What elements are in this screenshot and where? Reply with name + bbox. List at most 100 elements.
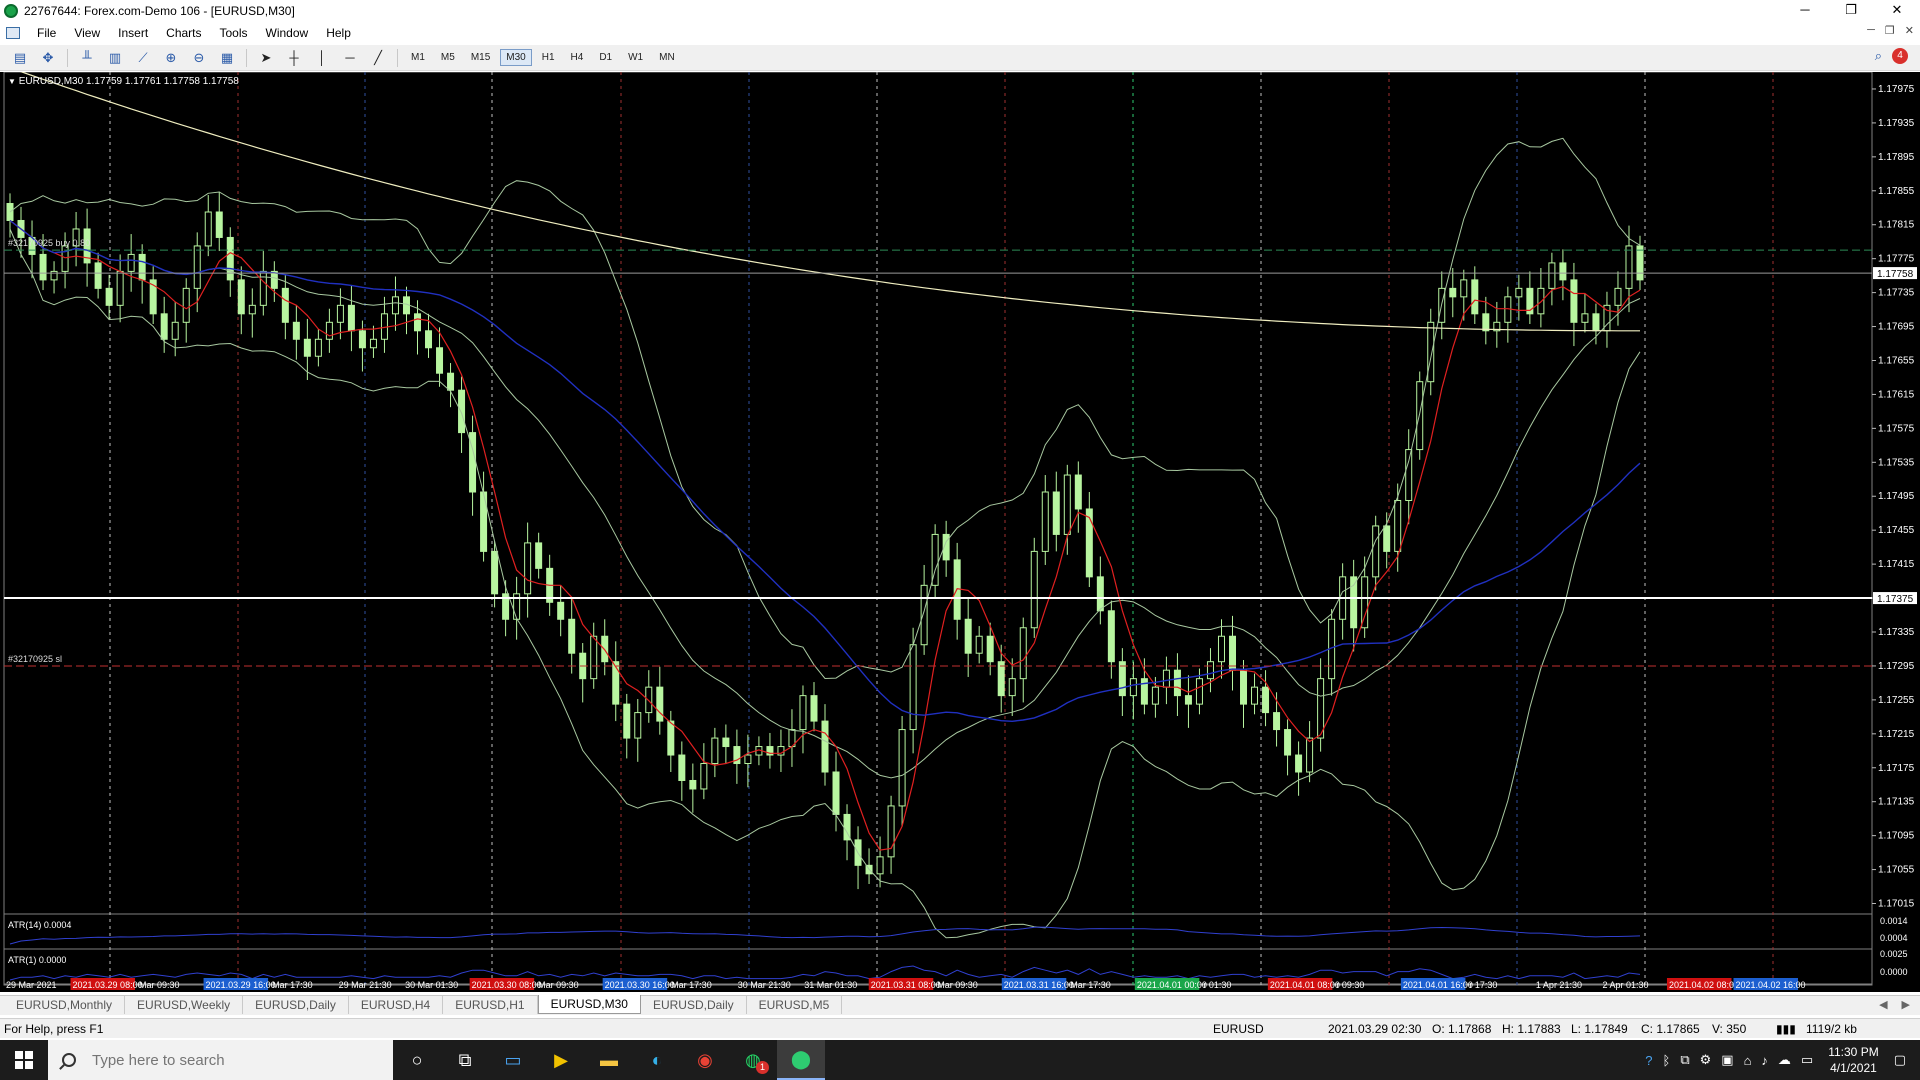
chart-window-icon[interactable] [6, 27, 20, 39]
tab-eurusd-m30[interactable]: EURUSD,M30 [537, 995, 641, 1014]
tab-scroll-right-icon[interactable]: ▶ [1902, 998, 1910, 1011]
tab-eurusd-h1[interactable]: EURUSD,H1 [443, 996, 538, 1014]
timeframe-m5[interactable]: M5 [435, 49, 461, 66]
crosshair-icon[interactable]: ┼ [284, 48, 304, 68]
network-icon[interactable]: ⌂ [1744, 1053, 1752, 1068]
tab-eurusd-h4[interactable]: EURUSD,H4 [349, 996, 444, 1014]
whatsapp-icon[interactable]: ◍ 1 [729, 1040, 777, 1080]
candle-body [744, 754, 752, 765]
candle-body [1107, 610, 1115, 663]
clock[interactable]: 11:30 PM 4/1/2021 [1828, 1044, 1878, 1076]
zoom-out-icon[interactable]: ⊖ [189, 48, 209, 68]
price-axis-label: 1.17535 [1878, 457, 1915, 468]
tab-eurusd-m5[interactable]: EURUSD,M5 [747, 996, 843, 1014]
timeframe-m15[interactable]: M15 [465, 49, 496, 66]
candle-body [391, 296, 399, 315]
chart-symbol-ohlc: EURUSD,M30 1.17759 1.17761 1.17758 1.177… [18, 76, 239, 87]
plex-app-icon[interactable]: ▶ [537, 1040, 585, 1080]
chart-header-arrow-icon: ▼ [8, 77, 16, 86]
price-axis-label: 1.17655 [1878, 355, 1915, 366]
tab-eurusd-monthly[interactable]: EURUSD,Monthly [4, 996, 126, 1014]
notifications-icon[interactable]: ▢ [1894, 1052, 1906, 1068]
candle-body [1251, 686, 1259, 705]
mdi-restore-button[interactable]: ❐ [1885, 24, 1895, 37]
bluetooth-icon[interactable]: ᛒ [1663, 1053, 1671, 1068]
zoom-in-icon[interactable]: ⊕ [161, 48, 181, 68]
timeframe-d1[interactable]: D1 [593, 49, 618, 66]
candlestick-icon[interactable]: ▥ [105, 48, 125, 68]
cortana-icon[interactable]: ○ [393, 1040, 441, 1080]
minimize-button[interactable]: ─ [1782, 0, 1828, 22]
candle-body [590, 635, 598, 680]
menu-help[interactable]: Help [317, 26, 360, 40]
candle-body [1118, 661, 1126, 697]
candle-body [281, 287, 289, 323]
start-button[interactable] [0, 1040, 48, 1080]
tab-eurusd-daily[interactable]: EURUSD,Daily [243, 996, 349, 1014]
time-axis-label: 2021.03.31 08:00 [871, 980, 941, 990]
tab-eurusd-daily-2[interactable]: EURUSD,Daily [641, 996, 747, 1014]
atr1-label: ATR(1) 0.0000 [8, 955, 66, 965]
cursor-icon[interactable]: ➤ [256, 48, 276, 68]
taskbar-search-input[interactable] [92, 1051, 372, 1069]
candle-body [832, 771, 840, 815]
candle-body [1273, 712, 1281, 731]
keyboard-icon[interactable]: ▭ [1801, 1052, 1813, 1068]
edge-browser-icon[interactable]: ◐ [633, 1040, 681, 1080]
status-high: H: 1.17883 [1502, 1022, 1561, 1036]
menu-file[interactable]: File [28, 26, 65, 40]
computer-app-icon[interactable]: ▭ [489, 1040, 537, 1080]
crosshair-move-icon[interactable]: ✥ [38, 48, 58, 68]
search-icon[interactable]: ⌕ [1875, 48, 1882, 64]
horizontal-line-icon[interactable]: ─ [340, 48, 360, 68]
menu-window[interactable]: Window [257, 26, 318, 40]
candle-body [700, 763, 708, 790]
task-view-icon[interactable]: ⧉ [441, 1040, 489, 1080]
tile-windows-icon[interactable]: ▦ [217, 48, 237, 68]
timeframe-h1[interactable]: H1 [536, 49, 561, 66]
candle-body [436, 347, 444, 374]
volume-icon[interactable]: ♪ [1761, 1053, 1768, 1068]
candle-body [689, 779, 697, 790]
menu-insert[interactable]: Insert [109, 26, 157, 40]
candle-body [491, 550, 499, 595]
close-button[interactable]: ✕ [1874, 0, 1920, 22]
tab-scroll-left-icon[interactable]: ◀ [1879, 998, 1887, 1011]
tab-eurusd-weekly[interactable]: EURUSD,Weekly [125, 996, 244, 1014]
trendline-icon[interactable]: ╱ [368, 48, 388, 68]
help-icon[interactable]: ? [1645, 1053, 1652, 1068]
timeframe-w1[interactable]: W1 [622, 49, 649, 66]
menu-charts[interactable]: Charts [157, 26, 210, 40]
timeframe-mn[interactable]: MN [653, 49, 681, 66]
menu-view[interactable]: View [65, 26, 109, 40]
timeframe-m1[interactable]: M1 [405, 49, 431, 66]
onedrive-cloud-icon[interactable]: ☁ [1778, 1052, 1791, 1068]
candle-body [920, 584, 928, 646]
price-axis-label: 1.17735 [1878, 288, 1915, 299]
metatrader-taskbar-icon[interactable]: ⬤ [777, 1040, 825, 1080]
candle-body [557, 601, 565, 620]
file-explorer-icon[interactable]: ▬ [585, 1040, 633, 1080]
mdi-minimize-button[interactable]: ─ [1867, 24, 1875, 37]
restore-button[interactable]: ❐ [1828, 0, 1874, 22]
timeframe-m30[interactable]: M30 [500, 49, 532, 66]
vertical-line-icon[interactable]: │ [312, 48, 332, 68]
candle-body [623, 703, 631, 739]
mdi-close-button[interactable]: ✕ [1905, 24, 1914, 37]
bar-chart-icon[interactable]: ╨ [77, 48, 97, 68]
chart-window[interactable]: 1.17975 1.17935 1.17895 1.17855 1.17815 1.177… [0, 72, 1920, 992]
display-icon[interactable]: ▣ [1721, 1052, 1733, 1068]
taskbar-search[interactable] [48, 1040, 393, 1080]
menu-tools[interactable]: Tools [211, 26, 257, 40]
price-chart[interactable]: 1.17975 1.17935 1.17895 1.17855 1.17815 1.177… [0, 72, 1920, 992]
candle-body [1217, 635, 1225, 663]
timeframe-h4[interactable]: H4 [565, 49, 590, 66]
chrome-browser-icon[interactable]: ◉ [681, 1040, 729, 1080]
chart-tabs: EURUSD,Monthly EURUSD,Weekly EURUSD,Dail… [0, 995, 1920, 1015]
notification-badge[interactable]: 4 [1892, 48, 1908, 64]
candle-body [1471, 279, 1479, 315]
new-chart-icon[interactable]: ▤ [10, 48, 30, 68]
tray-app-icon[interactable]: ⧉ [1680, 1052, 1689, 1068]
line-chart-icon[interactable]: ⟋ [133, 48, 153, 68]
settings-gear-icon[interactable]: ⚙ [1700, 1052, 1712, 1068]
